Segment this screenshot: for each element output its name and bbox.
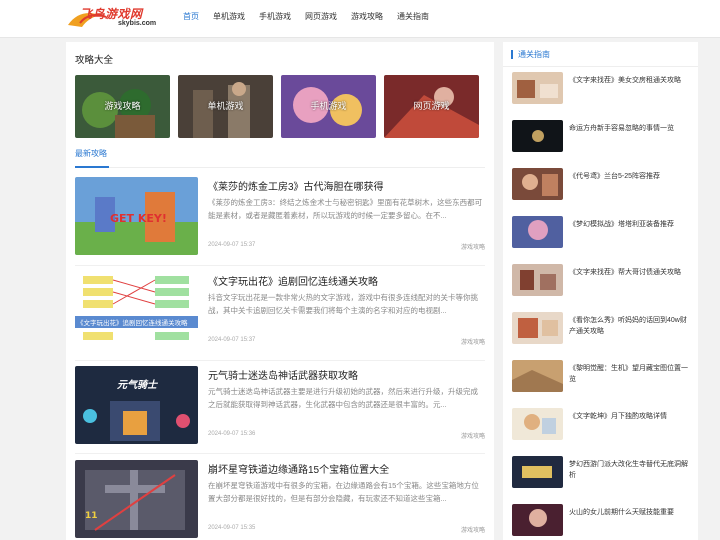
sidebar-thumbnail[interactable] — [512, 360, 563, 392]
category-mobile-games[interactable]: 手机游戏 — [281, 75, 376, 138]
divider — [75, 265, 485, 266]
article-category-tag[interactable]: 游戏攻略 — [461, 525, 485, 534]
article-item[interactable]: 元气骑士 元气骑士迷迭岛神话武器获取攻略 元气骑士迷迭岛神话武器主要是进行升级初… — [75, 366, 485, 444]
sidebar-thumbnail[interactable] — [512, 264, 563, 296]
category-guides[interactable]: 游戏攻略 — [75, 75, 170, 138]
article-excerpt: 抖音文字玩出花是一款非常火热的文字游戏，游戏中有很多连线配对的关卡等你挑战，其中… — [208, 293, 478, 315]
sidebar-thumbnail[interactable] — [512, 72, 563, 104]
article-excerpt: 在崩坏星穹铁道游戏中有很多的宝箱，在边缘通路会有15个宝箱。这些宝箱地方位置大部… — [208, 481, 479, 503]
thumb-caption: 元气骑士 — [117, 379, 159, 391]
thumb-caption: 《文字玩出花》追剧回忆连线通关攻略 — [77, 318, 188, 327]
article-category-tag[interactable]: 游戏攻略 — [461, 337, 485, 346]
article-date: 2024-09-07 15:37 — [208, 242, 256, 248]
thumb-caption: GET KEY! — [110, 212, 167, 225]
sidebar-item-title[interactable]: 梦幻西游门派大改化生寺替代无底洞解析 — [569, 459, 689, 481]
sidebar-item[interactable]: 梦幻西游门派大改化生寺替代无底洞解析 — [512, 456, 692, 488]
article-item[interactable]: 11 崩坏星穹铁道边缘通路15个宝箱位置大全 在崩坏星穹铁道游戏中有很多的宝箱，… — [75, 460, 485, 538]
sidebar-item-title[interactable]: 命运方舟新手容易忽略的事情一览 — [569, 123, 689, 134]
sidebar-item[interactable]: 《梦幻模拟战》塔塔利亚装备推荐 — [512, 216, 692, 248]
sidebar-item-title[interactable]: 《黎明觉醒：生机》望月藏宝图位置一览 — [569, 363, 689, 385]
tab-active-indicator — [75, 166, 109, 168]
sidebar-item[interactable]: 命运方舟新手容易忽略的事情一览 — [512, 120, 692, 152]
article-date: 2024-09-07 15:35 — [208, 525, 256, 531]
tab-latest-guides[interactable]: 最新攻略 — [75, 148, 107, 159]
article-thumbnail[interactable]: 《文字玩出花》追剧回忆连线通关攻略 — [75, 272, 198, 350]
sidebar-thumbnail[interactable] — [512, 312, 563, 344]
article-excerpt: 元气骑士迷迭岛神话武器主要是进行升级初始的武器，然后来进行升级，升级完成之后就能… — [208, 387, 478, 409]
sidebar: 通关指南 《文字来找茬》美女交房租通关攻略 命运方舟新手容易忽略的事情一览 《代… — [503, 42, 698, 540]
article-category-tag[interactable]: 游戏攻略 — [461, 242, 485, 251]
divider — [75, 360, 485, 361]
sidebar-thumbnail[interactable] — [512, 216, 563, 248]
article-thumbnail[interactable]: 元气骑士 — [75, 366, 198, 444]
divider — [75, 453, 485, 454]
article-title[interactable]: 《文字玩出花》追剧回忆连线通关攻略 — [208, 273, 378, 288]
category-label: 手机游戏 — [310, 101, 347, 111]
nav-guides[interactable]: 游戏攻略 — [344, 0, 390, 38]
article-title[interactable]: 崩坏星穹铁道边缘通路15个宝箱位置大全 — [208, 461, 389, 476]
article-item[interactable]: 《文字玩出花》追剧回忆连线通关攻略 《文字玩出花》追剧回忆连线通关攻略 抖音文字… — [75, 272, 485, 350]
sidebar-title: 通关指南 — [511, 50, 550, 59]
category-grid: 游戏攻略 单机游戏 手机游戏 网页游戏 — [75, 75, 479, 138]
main-content: 攻略大全 游戏攻略 单机游戏 手机游戏 网页游戏 最新攻略 GET KEY! 《… — [66, 42, 494, 540]
sidebar-item[interactable]: 《文字来找茬》帮大哥讨债通关攻略 — [512, 264, 692, 296]
sidebar-item-title[interactable]: 《文字来找茬》美女交房租通关攻略 — [569, 75, 689, 86]
article-date: 2024-09-07 15:37 — [208, 337, 256, 343]
sidebar-divider — [503, 66, 698, 67]
article-date: 2024-09-07 15:36 — [208, 431, 256, 437]
sidebar-item-title[interactable]: 《代号鸢》兰台5-25阵容推荐 — [569, 171, 689, 182]
sidebar-item[interactable]: 《文字来找茬》美女交房租通关攻略 — [512, 72, 692, 104]
logo-domain: skybis.com — [118, 20, 157, 27]
sidebar-item[interactable]: 火山的女儿前期什么天赋技能重要 — [512, 504, 692, 536]
nav-home[interactable]: 首页 — [176, 0, 206, 38]
sidebar-item[interactable]: 《黎明觉醒：生机》望月藏宝图位置一览 — [512, 360, 692, 392]
category-web-games[interactable]: 网页游戏 — [384, 75, 479, 138]
nav-mobile-games[interactable]: 手机游戏 — [252, 0, 298, 38]
nav-walkthroughs[interactable]: 通关指南 — [390, 0, 436, 38]
article-category-tag[interactable]: 游戏攻略 — [461, 431, 485, 440]
article-title[interactable]: 《莱莎的炼金工房3》古代海胆在哪获得 — [208, 178, 384, 193]
category-label: 网页游戏 — [413, 101, 450, 111]
sidebar-item-title[interactable]: 《看你怎么秀》听妈妈的话回到40w财产通关攻略 — [569, 315, 689, 337]
sidebar-item[interactable]: 《文字乾坤》月下独酌攻略详情 — [512, 408, 692, 440]
nav-web-games[interactable]: 网页游戏 — [298, 0, 344, 38]
category-label: 单机游戏 — [207, 101, 244, 111]
article-title[interactable]: 元气骑士迷迭岛神话武器获取攻略 — [208, 367, 358, 382]
section-title: 攻略大全 — [75, 55, 114, 66]
article-thumbnail[interactable]: 11 — [75, 460, 198, 538]
article-thumbnail[interactable]: GET KEY! — [75, 177, 198, 255]
category-pc-games[interactable]: 单机游戏 — [178, 75, 273, 138]
thumb-caption: 11 — [85, 511, 98, 521]
sidebar-item-title[interactable]: 《文字乾坤》月下独酌攻略详情 — [569, 411, 689, 422]
site-header: 飞鸟游戏网 skybis.com 首页 单机游戏 手机游戏 网页游戏 游戏攻略 … — [0, 0, 720, 38]
sidebar-item-title[interactable]: 《梦幻模拟战》塔塔利亚装备推荐 — [569, 219, 689, 230]
sidebar-item-title[interactable]: 《文字来找茬》帮大哥讨债通关攻略 — [569, 267, 689, 278]
article-item[interactable]: GET KEY! 《莱莎的炼金工房3》古代海胆在哪获得 《莱莎的炼金工房3：终结… — [75, 177, 485, 255]
article-excerpt: 《莱莎的炼金工房3：终结之炼金术士与秘密钥匙》里面有花草树木，这些东西都可能是素… — [208, 198, 483, 220]
main-nav: 首页 单机游戏 手机游戏 网页游戏 游戏攻略 通关指南 — [176, 0, 436, 38]
sidebar-thumbnail[interactable] — [512, 120, 563, 152]
sidebar-thumbnail[interactable] — [512, 456, 563, 488]
sidebar-thumbnail[interactable] — [512, 504, 563, 536]
sidebar-item[interactable]: 《代号鸢》兰台5-25阵容推荐 — [512, 168, 692, 200]
sidebar-thumbnail[interactable] — [512, 168, 563, 200]
sidebar-item[interactable]: 《看你怎么秀》听妈妈的话回到40w财产通关攻略 — [512, 312, 692, 344]
sidebar-item-title[interactable]: 火山的女儿前期什么天赋技能重要 — [569, 507, 689, 518]
nav-pc-games[interactable]: 单机游戏 — [206, 0, 252, 38]
sidebar-thumbnail[interactable] — [512, 408, 563, 440]
tab-divider — [75, 167, 485, 168]
category-label: 游戏攻略 — [104, 101, 141, 111]
